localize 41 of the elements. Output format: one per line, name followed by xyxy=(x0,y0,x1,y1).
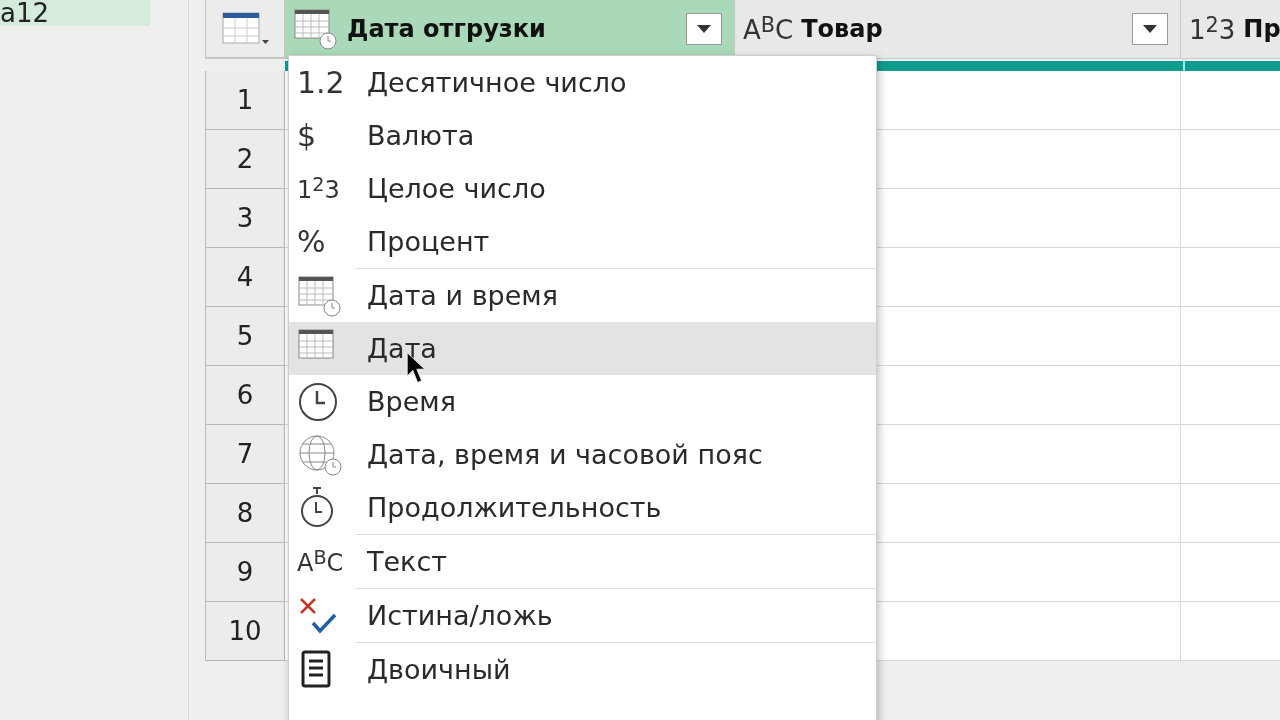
type-icon: $ xyxy=(297,120,317,151)
row-number: 3 xyxy=(205,189,285,248)
row-number: 5 xyxy=(205,307,285,366)
row-number: 1 xyxy=(205,71,285,130)
clock-icon xyxy=(297,380,339,423)
menu-item[interactable]: 1.2 Десятичное число xyxy=(289,56,876,109)
menu-item[interactable]: 1$^{2}$3 Целое число xyxy=(289,162,876,215)
row-number: 9 xyxy=(205,543,285,602)
menu-item[interactable]: Время xyxy=(289,375,876,428)
column-header[interactable]: 1$^{2}$3 Пр xyxy=(1181,0,1280,58)
row-number: 2 xyxy=(205,130,285,189)
column-header[interactable]: A$^{B}$C Товар xyxy=(735,0,1181,58)
row-number: 10 xyxy=(205,602,285,661)
menu-item[interactable]: Дата и время xyxy=(289,269,876,322)
caret-icon xyxy=(696,24,712,34)
row-number: 6 xyxy=(205,366,285,425)
column-header[interactable]: Дата отгрузки xyxy=(285,0,735,58)
row-number: 7 xyxy=(205,425,285,484)
menu-item[interactable]: Дата xyxy=(289,322,876,375)
query-item[interactable]: а12 xyxy=(0,0,150,26)
row-number: 4 xyxy=(205,248,285,307)
type-icon: 1$^{2}$3 xyxy=(297,175,340,202)
type-icon: 1$^{2}$3 xyxy=(1189,14,1236,44)
menu-item[interactable]: Дата, время и часовой пояс xyxy=(289,428,876,481)
filter-dropdown-button[interactable] xyxy=(686,13,722,45)
menu-item[interactable]: $ Валюта xyxy=(289,109,876,162)
calendar-clock-icon xyxy=(293,7,339,51)
type-icon: A$^{B}$C xyxy=(743,14,794,44)
type-icon: 1.2 xyxy=(297,67,345,98)
globe-clock-icon xyxy=(297,432,343,477)
caret-icon xyxy=(1142,24,1158,34)
menu-item[interactable]: A$^{B}$C Текст xyxy=(289,535,876,588)
menu-item[interactable]: Двоичный xyxy=(289,643,876,696)
type-icon: A$^{B}$C xyxy=(297,548,344,575)
type-icon: % xyxy=(297,226,326,257)
menu-item[interactable]: Продолжительность xyxy=(289,481,876,534)
filter-dropdown-button[interactable] xyxy=(1132,13,1168,45)
row-number: 8 xyxy=(205,484,285,543)
calendar-clock-icon xyxy=(297,273,343,318)
menu-item[interactable]: Истина/ложь xyxy=(289,589,876,642)
menu-item[interactable]: % Процент xyxy=(289,215,876,268)
